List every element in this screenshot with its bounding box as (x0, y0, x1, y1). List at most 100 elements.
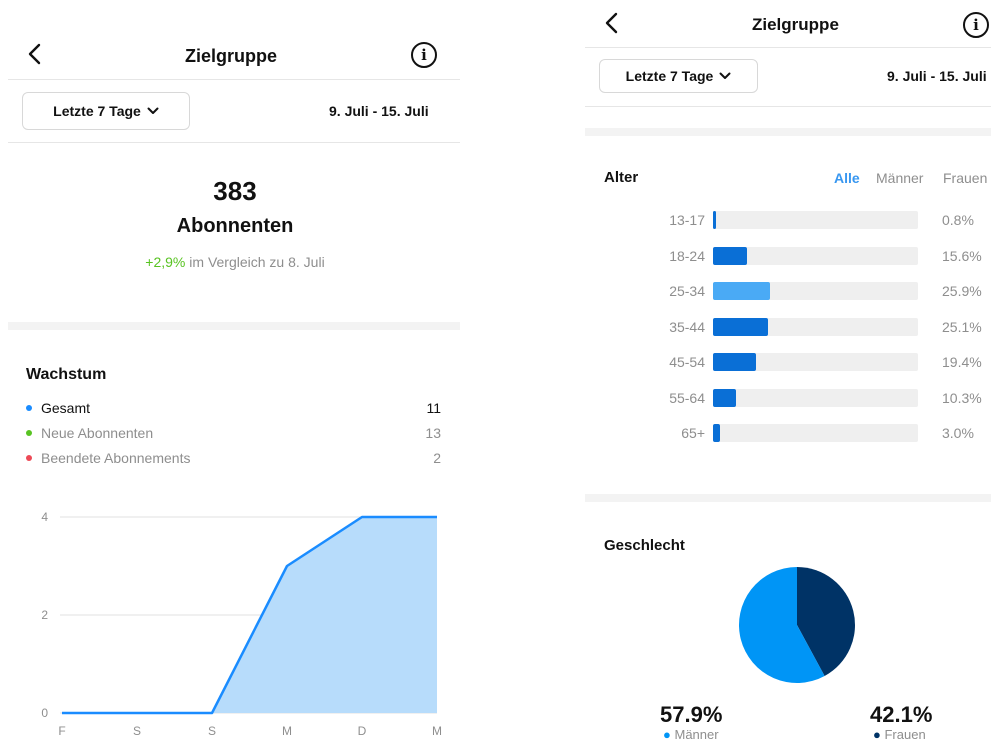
change-percent: +2,9% (145, 254, 186, 270)
age-row: 13-17 0.8% (585, 211, 991, 231)
legend-value: 2 (433, 450, 441, 466)
info-icon[interactable]: i (963, 12, 989, 38)
age-bar-track (713, 282, 918, 300)
age-label: 13-17 (669, 212, 705, 228)
women-label-wrap: ● Frauen (873, 727, 926, 740)
age-bar-track (713, 388, 918, 407)
filter-women[interactable]: Frauen (943, 170, 987, 186)
legend-neue: Neue Abonnenten 13 (26, 423, 441, 443)
age-bar (713, 424, 720, 442)
legend-gesamt: Gesamt 11 (26, 398, 441, 418)
y-tick-label: 4 (41, 510, 48, 524)
age-row: 18-24 15.6% (585, 246, 991, 267)
age-row: 45-54 19.4% (585, 353, 991, 373)
age-label: 35-44 (669, 318, 705, 335)
period-divider (585, 106, 991, 107)
growth-chart: 4 2 0F S S M D M (41, 510, 442, 738)
age-label: 25-34 (669, 283, 705, 299)
age-row: 55-64 10.3% (585, 388, 991, 409)
section-separator (585, 494, 991, 502)
section-separator (8, 322, 460, 330)
growth-title: Wachstum (26, 366, 107, 383)
gesamt-dot (26, 405, 32, 411)
age-label: 55-64 (669, 389, 705, 406)
neue-dot (26, 430, 32, 436)
age-label: 65+ (681, 425, 705, 441)
x-tick-label: F (58, 724, 65, 738)
gender-pie-chart (739, 567, 855, 683)
chevron-down-icon (719, 72, 731, 79)
age-title: Alter (604, 169, 639, 186)
age-bar (713, 353, 756, 371)
date-range-text: 9. Juli - 15. Juli (887, 68, 987, 84)
x-tick-label: D (358, 724, 367, 738)
header-divider (585, 47, 991, 48)
legend-beendete: Beendete Abonnements 2 (26, 448, 441, 468)
age-bar-track (713, 246, 918, 265)
y-tick-label: 2 (41, 608, 48, 622)
age-bar (713, 246, 748, 265)
filter-men[interactable]: Männer (876, 170, 923, 186)
follower-change: +2,9% im Vergleich zu 8. Juli (0, 254, 470, 270)
gender-title: Geschlecht (604, 537, 685, 554)
x-tick-label: S (133, 724, 141, 738)
date-range-dropdown[interactable]: Letzte 7 Tage (599, 59, 758, 93)
age-label: 45-54 (669, 354, 705, 370)
back-chevron-icon[interactable] (599, 9, 623, 37)
header-divider (8, 79, 460, 80)
age-row: 65+ 3.0% (585, 424, 991, 444)
age-row: 35-44 25.1% (585, 317, 991, 338)
section-separator (585, 128, 991, 136)
age-row: 25-34 25.9% (585, 282, 991, 302)
follower-count: 383 (213, 176, 257, 206)
info-icon[interactable]: i (411, 42, 437, 68)
age-percent: 15.6% (942, 247, 982, 264)
age-bar-track (713, 424, 918, 442)
date-range-dropdown[interactable]: Letzte 7 Tage (22, 92, 190, 130)
women-percent: 42.1% (870, 702, 933, 727)
date-range-text: 9. Juli - 15. Juli (329, 103, 429, 119)
men-label: Männer (674, 727, 719, 740)
age-percent: 25.1% (942, 318, 982, 335)
y-tick-label: 0 (41, 706, 48, 720)
legend-label: Neue Abonnenten (41, 425, 154, 441)
age-percent: 10.3% (942, 389, 982, 406)
right-panel: Zielgruppe i Letzte 7 Tage 9. Juli - 15.… (585, 0, 991, 740)
age-percent: 19.4% (942, 354, 982, 370)
age-bar-track (713, 317, 918, 336)
follower-label: Abonnenten (176, 215, 294, 237)
change-suffix: im Vergleich zu 8. Juli (185, 254, 325, 270)
legend-label: Beendete Abonnements (41, 450, 191, 466)
page-title: Zielgruppe (185, 46, 278, 66)
x-tick-label: M (282, 724, 292, 738)
women-dot: ● (873, 727, 881, 740)
age-bar-track (713, 211, 918, 229)
women-label: Frauen (884, 727, 926, 740)
legend-value: 13 (425, 425, 441, 441)
age-percent: 0.8% (942, 212, 974, 228)
age-bar-track (713, 353, 918, 371)
age-percent: 25.9% (942, 283, 982, 299)
age-bar (713, 388, 736, 407)
x-tick-label: M (432, 724, 442, 738)
filter-all[interactable]: Alle (834, 170, 860, 186)
x-tick-label: S (208, 724, 216, 738)
left-panel: Zielgruppe i Letzte 7 Tage 9. Juli - 15.… (0, 0, 470, 740)
date-range-label: Letzte 7 Tage (625, 68, 714, 84)
page-title: Zielgruppe (752, 15, 839, 34)
age-bar (713, 282, 770, 300)
men-percent: 57.9% (660, 702, 723, 727)
legend-label: Gesamt (41, 400, 91, 416)
age-bar (713, 211, 716, 229)
chevron-down-icon (147, 107, 159, 114)
age-label: 18-24 (669, 247, 705, 264)
date-range-label: Letzte 7 Tage (53, 103, 141, 119)
beendete-dot (26, 455, 32, 461)
men-dot: ● (663, 727, 671, 740)
age-percent: 3.0% (942, 425, 974, 441)
period-divider (8, 142, 460, 143)
legend-value: 11 (426, 400, 441, 416)
men-label-wrap: ● Männer (663, 727, 719, 740)
back-chevron-icon[interactable] (22, 40, 46, 68)
age-bar (713, 317, 769, 336)
